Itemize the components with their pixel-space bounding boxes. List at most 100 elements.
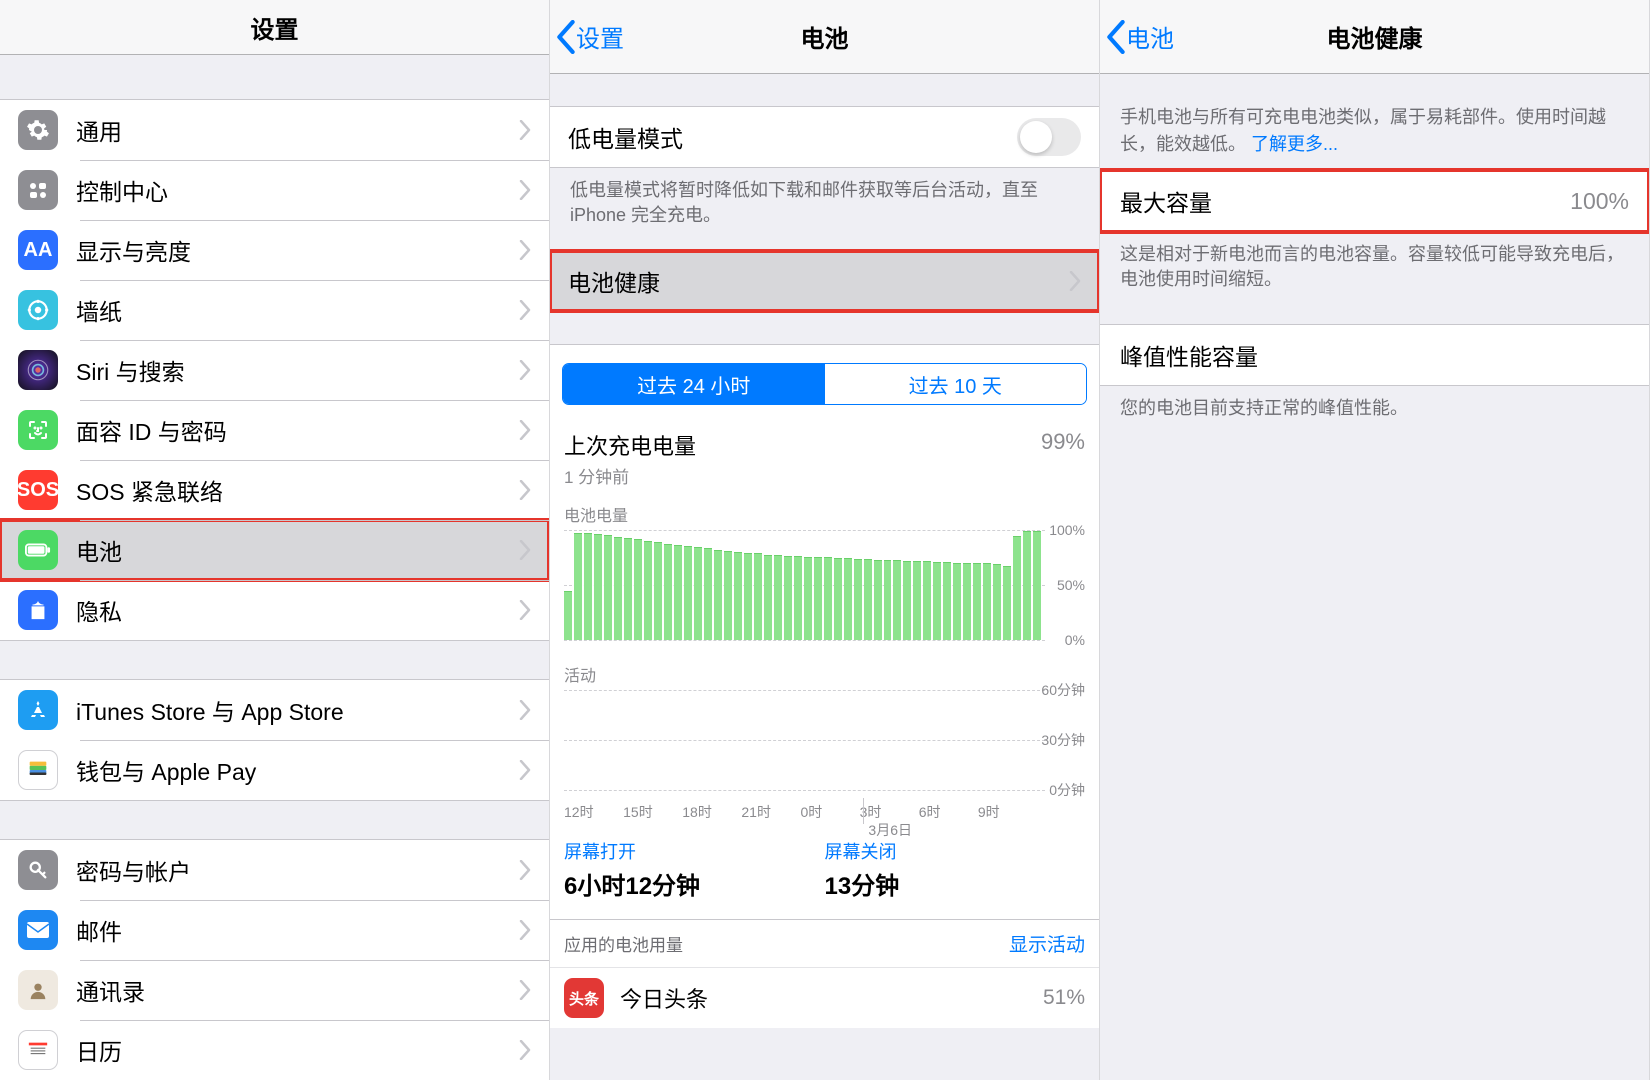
x-tick: 18时 [682,802,741,822]
nav-title: 设置 [251,10,299,45]
wallpaper-icon [18,290,58,330]
sos-icon: SOS [18,470,58,510]
x-axis: 3月6日 12时15时18时21时0时3时6时9时 [550,798,1099,824]
settings-row-calendar[interactable]: 日历 [0,1020,549,1080]
x-tick: 21时 [741,802,800,822]
row-label: 日历 [76,1033,519,1067]
settings-row-passwords[interactable]: 密码与帐户 [0,840,549,900]
row-label: SOS 紧急联络 [76,473,519,507]
health-intro: 手机电池与所有可充电电池类似，属于易耗部件。使用时间越长，能效越低。 了解更多.… [1100,74,1649,170]
level-bar [983,563,991,640]
settings-row-appstore[interactable]: iTunes Store 与 App Store [0,680,549,740]
settings-row-contacts[interactable]: 通讯录 [0,960,549,1020]
level-bar [1033,531,1041,640]
level-bar [714,550,722,640]
level-bar [764,555,772,641]
chevron-right-icon [519,920,531,940]
axis-60m: 60分钟 [1041,680,1085,700]
max-capacity-label: 最大容量 [1120,184,1212,218]
last-charge-sub: 1 分钟前 [564,463,696,488]
settings-group-1: 通用控制中心 AA 显示与亮度墙纸 Siri 与搜索面容 ID 与密码 SOS SOS 紧… [0,99,549,641]
calendar-icon [18,1030,58,1070]
privacy-icon [18,590,58,630]
row-label: 控制中心 [76,173,519,207]
back-button[interactable]: 设置 [556,0,624,73]
peak-perf-row[interactable]: 峰值性能容量 [1100,324,1649,386]
settings-row-privacy[interactable]: 隐私 [0,580,549,640]
level-bar [854,559,862,640]
chevron-right-icon [519,540,531,560]
level-bar [584,533,592,641]
activity-chart: 60分钟 30分钟 0分钟 [550,690,1099,798]
low-power-group: 低电量模式 [550,106,1099,168]
app-usage-title: 应用的电池用量 [564,931,683,956]
app-usage-row[interactable]: 头条 今日头条 51% [550,968,1099,1028]
row-label: 显示与亮度 [76,233,519,267]
low-power-row[interactable]: 低电量模式 [550,107,1099,167]
battery-health-panel: 电池 电池健康 手机电池与所有可充电电池类似，属于易耗部件。使用时间越长，能效越… [1100,0,1650,1080]
max-capacity-row[interactable]: 最大容量 100% [1100,170,1649,232]
battery-level-chart: 100% 50% 0% [550,530,1099,648]
x-tick: 9时 [978,802,1037,822]
row-label: 钱包与 Apple Pay [76,753,519,787]
faceid-icon [18,410,58,450]
back-button[interactable]: 电池 [1106,0,1174,73]
row-label: 墙纸 [76,293,519,327]
nav-bar: 设置 [0,0,549,55]
appstore-icon [18,690,58,730]
axis-0: 0% [1065,632,1085,648]
level-bar [864,559,872,640]
settings-row-battery[interactable]: 电池 [0,520,549,580]
settings-row-faceid[interactable]: 面容 ID 与密码 [0,400,549,460]
learn-more-link[interactable]: 了解更多... [1251,134,1338,154]
screen-time-stats: 屏幕打开 6小时12分钟 屏幕关闭 13分钟 [550,824,1099,920]
control-icon [18,170,58,210]
nav-bar: 电池 电池健康 [1100,0,1649,74]
last-charge-block: 上次充电电量 1 分钟前 99% [550,411,1099,496]
day-marker: 3月6日 [868,820,912,840]
x-tick: 3时 [860,802,919,822]
level-bar [684,546,692,641]
settings-row-wallet[interactable]: 钱包与 Apple Pay [0,740,549,800]
segment-24h[interactable]: 过去 24 小时 [563,364,825,404]
time-range-segmented[interactable]: 过去 24 小时 过去 10 天 [562,363,1087,405]
level-bar [634,539,642,640]
row-label: 通用 [76,113,519,147]
display-icon: AA [18,230,58,270]
level-bar [993,564,1001,640]
settings-group-3: 密码与帐户邮件通讯录日历 [0,839,549,1080]
axis-30m: 30分钟 [1041,730,1085,750]
last-charge-title: 上次充电电量 [564,429,696,461]
x-tick: 15时 [623,802,682,822]
level-bar [824,557,832,641]
settings-row-gear[interactable]: 通用 [0,100,549,160]
settings-row-wallpaper[interactable]: 墙纸 [0,280,549,340]
settings-row-mail[interactable]: 邮件 [0,900,549,960]
mail-icon [18,910,58,950]
low-power-label: 低电量模式 [568,120,1017,154]
show-activity-link[interactable]: 显示活动 [1009,930,1085,957]
low-power-switch[interactable] [1017,118,1081,156]
axis-0m: 0分钟 [1049,780,1085,800]
battery-health-row[interactable]: 电池健康 [550,251,1099,311]
settings-group-2: iTunes Store 与 App Store 钱包与 Apple Pay [0,679,549,801]
level-bar [664,544,672,641]
chevron-right-icon [519,980,531,1000]
level-bar [624,538,632,640]
back-label: 电池 [1126,19,1174,54]
level-bar [953,563,961,640]
x-tick: 6时 [919,802,978,822]
settings-row-siri[interactable]: Siri 与搜索 [0,340,549,400]
axis-50: 50% [1057,577,1085,593]
level-bar [973,563,981,640]
settings-row-sos[interactable]: SOS SOS 紧急联络 [0,460,549,520]
chevron-left-icon [556,20,576,54]
level-bar [1003,566,1011,641]
intro-text: 手机电池与所有可充电电池类似，属于易耗部件。使用时间越长，能效越低。 [1120,107,1606,154]
segment-10d[interactable]: 过去 10 天 [825,364,1087,404]
row-label: 密码与帐户 [76,853,519,887]
activity-chart-label: 活动 [550,648,1099,690]
settings-row-display[interactable]: AA 显示与亮度 [0,220,549,280]
settings-row-control[interactable]: 控制中心 [0,160,549,220]
level-bar [644,541,652,640]
